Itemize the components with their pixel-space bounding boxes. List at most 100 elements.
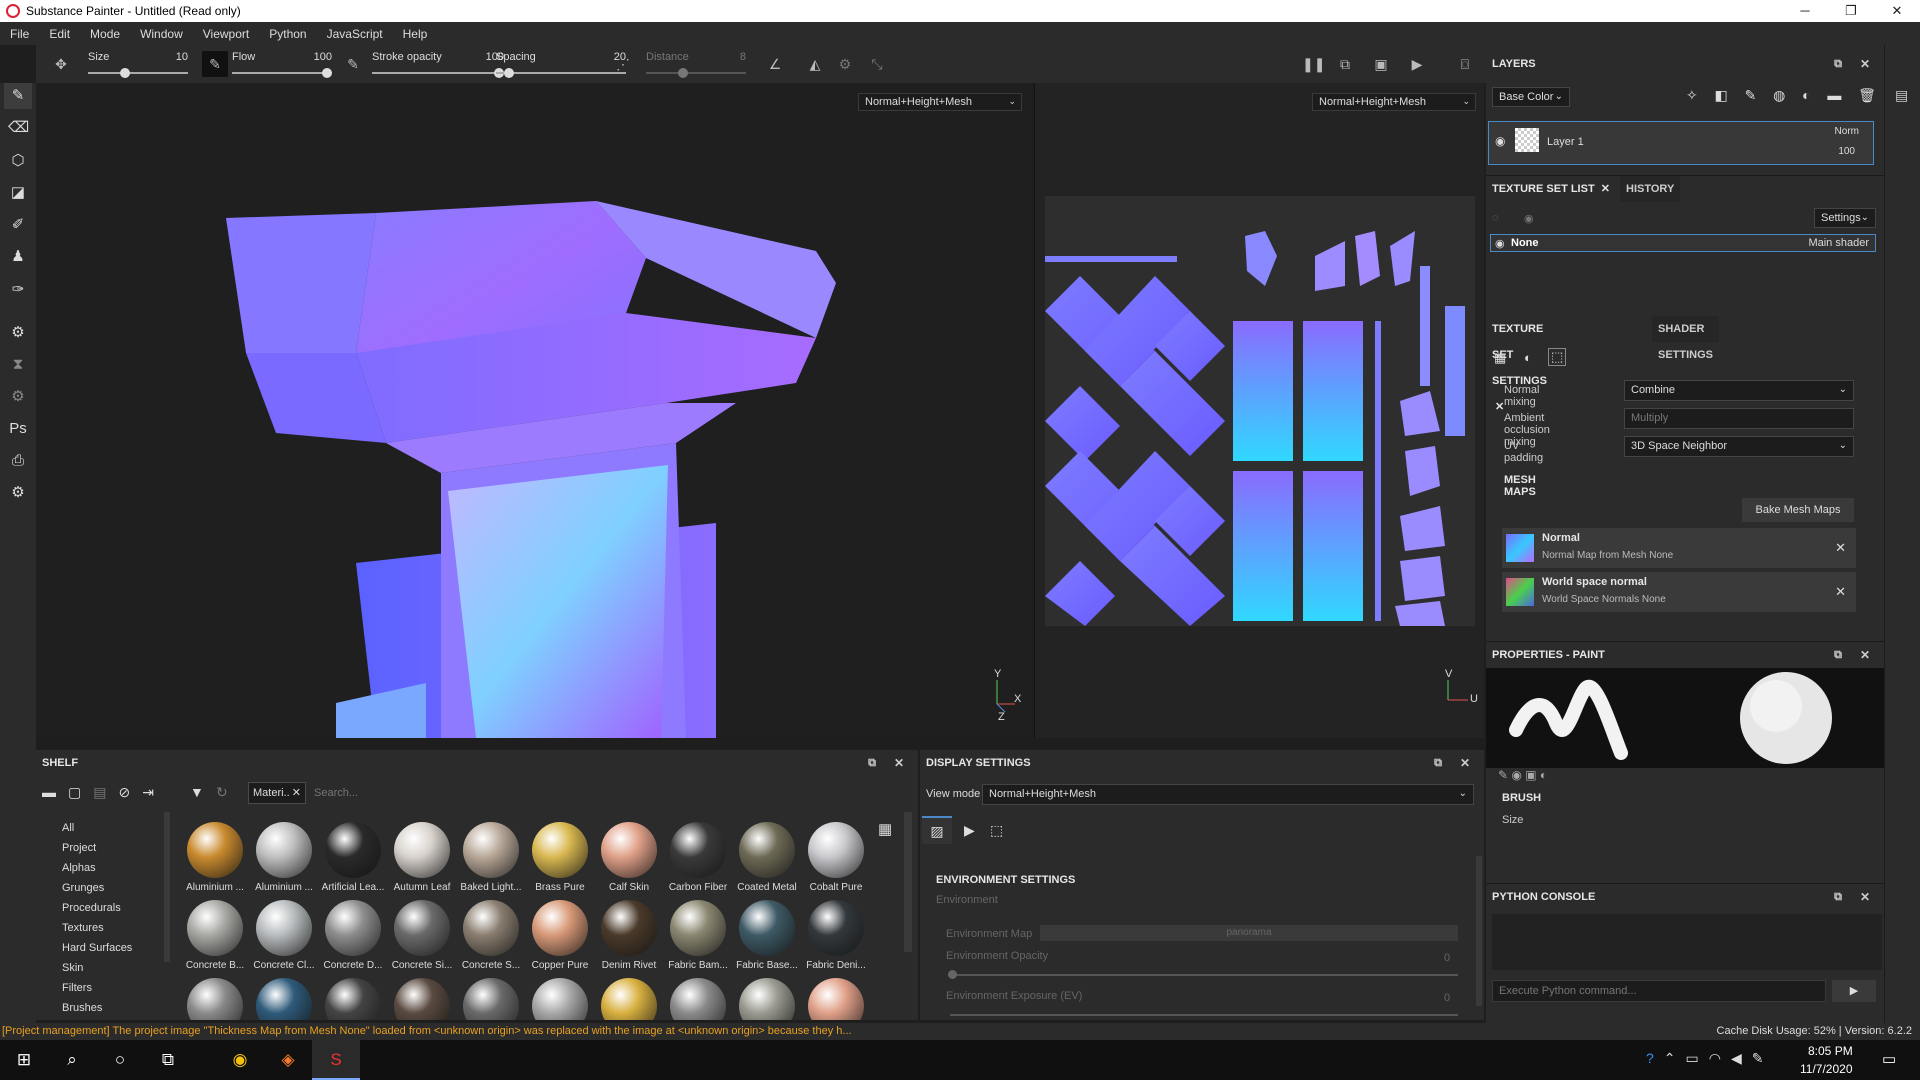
delete-layer-icon[interactable]: 🗑 — [1858, 87, 1876, 107]
close-panel-icon[interactable]: ✕ — [1860, 57, 1870, 71]
eraser-icon[interactable]: ⌫ — [8, 118, 29, 138]
environment-map-field[interactable]: panorama — [1040, 925, 1458, 941]
menu-viewport[interactable]: Viewport — [193, 27, 259, 41]
task-view-icon[interactable]: ⧉ — [144, 1040, 192, 1080]
material-thumbnail[interactable] — [596, 978, 662, 1020]
size-value[interactable]: 10 — [176, 51, 188, 63]
hide-icon[interactable]: ⊘ — [118, 784, 130, 801]
clock-date[interactable]: 11/7/2020 — [1800, 1062, 1853, 1076]
save-icon[interactable]: ▤ — [93, 784, 106, 801]
mesh-map-normal[interactable]: Normal Normal Map from Mesh None ✕ — [1502, 528, 1856, 568]
symmetry-icon[interactable]: ◭ — [806, 55, 824, 73]
viewport-uv[interactable]: Normal+Height+Mesh ⌄ V U — [1034, 83, 1484, 738]
camera-tab-icon[interactable]: ▶ — [964, 822, 975, 839]
add-paint-layer-icon[interactable]: ✎ — [1745, 87, 1757, 107]
shader-icon[interactable]: ◐ — [1524, 350, 1532, 365]
pause-icon[interactable]: ❚❚ — [1302, 55, 1325, 73]
material-thumbnail[interactable]: Concrete D... — [320, 900, 386, 972]
environment-opacity-knob[interactable] — [948, 970, 957, 979]
tab-texture-set-settings[interactable]: TEXTURE SET SETTINGS ✕ — [1486, 316, 1553, 413]
undock-icon[interactable]: ⧉ — [1434, 757, 1442, 770]
category-scrollbar[interactable] — [164, 812, 170, 962]
python-command-input[interactable] — [1492, 980, 1826, 1002]
size-slider[interactable]: Size 10 — [88, 45, 188, 83]
material-thumbnail[interactable]: Concrete Si... — [389, 900, 455, 972]
lazy-mouse-icon[interactable]: ⋰ — [614, 55, 632, 73]
visibility-icon[interactable]: ◉ — [1524, 212, 1534, 225]
close-panel-icon[interactable]: ✕ — [894, 756, 904, 770]
distance-knob[interactable] — [677, 68, 688, 78]
menu-window[interactable]: Window — [130, 27, 193, 41]
category-procedurals[interactable]: Procedurals — [62, 902, 121, 914]
minimize-button[interactable]: ─ — [1782, 3, 1828, 19]
magic-wand-icon[interactable]: ✧ — [1686, 87, 1698, 107]
material-thumbnail[interactable]: Calf Skin — [596, 822, 662, 894]
material-thumbnail[interactable]: Baked Light... — [458, 822, 524, 894]
brush-tool-icons[interactable]: ✎ ◉ ▣ ◐ — [1498, 768, 1547, 782]
tab-shader-settings[interactable]: SHADER SETTINGS — [1652, 316, 1719, 361]
material-thumbnail[interactable] — [458, 978, 524, 1020]
material-thumbnail[interactable]: Brass Pure — [527, 822, 593, 894]
filter-tag[interactable]: Materi.. ✕ — [248, 782, 306, 804]
material-thumbnail[interactable]: Concrete S... — [458, 900, 524, 972]
flow-slider-knob[interactable] — [322, 68, 332, 78]
material-thumbnail[interactable]: Coated Metal — [734, 822, 800, 894]
material-thumbnail[interactable] — [320, 978, 386, 1020]
size-slider-knob[interactable] — [119, 68, 130, 78]
notifications-icon[interactable]: ▭ — [1882, 1050, 1896, 1068]
color-picker-icon[interactable]: ✑ — [8, 280, 28, 300]
material-thumbnail[interactable] — [527, 978, 593, 1020]
panel-list-icon[interactable]: ▤ — [1895, 87, 1908, 104]
material-thumbnail[interactable]: Carbon Fiber — [665, 822, 731, 894]
battery-icon[interactable]: ▭ — [1686, 1050, 1699, 1067]
stroke-opacity-slider[interactable]: Stroke opacity 100 — [372, 45, 504, 83]
flow-value[interactable]: 100 — [314, 51, 332, 63]
photoshop-export-icon[interactable]: Ps — [8, 419, 28, 439]
folder-icon[interactable]: ▬ — [42, 784, 56, 801]
view-mode-select[interactable]: Normal+Height+Mesh ⌄ — [982, 784, 1474, 805]
camera-split-icon[interactable]: ⧉ — [1336, 55, 1354, 73]
undock-icon[interactable]: ⧉ — [1834, 891, 1842, 904]
uv-padding-select[interactable]: 3D Space Neighbor ⌄ — [1624, 436, 1854, 457]
category-filters[interactable]: Filters — [62, 982, 92, 994]
material-thumbnail[interactable] — [734, 978, 800, 1020]
mask-icon[interactable]: ◧ — [1715, 87, 1728, 107]
eye-icon[interactable]: ◉ — [1495, 134, 1505, 148]
undock-icon[interactable]: ⧉ — [1834, 58, 1842, 71]
undock-icon[interactable]: ⧉ — [868, 757, 876, 770]
remove-filter-icon[interactable]: ✕ — [292, 786, 301, 799]
add-effect-icon[interactable]: ◐ — [1802, 87, 1810, 107]
export-icon[interactable]: ⎙ — [8, 451, 28, 471]
environment-opacity-value[interactable]: 0 — [1444, 952, 1450, 964]
display-scrollbar[interactable] — [1476, 856, 1482, 1006]
material-thumbnail[interactable] — [665, 978, 731, 1020]
plugin-icon[interactable]: ⚙ — [8, 483, 28, 503]
material-thumbnail[interactable]: Fabric Deni... — [803, 900, 869, 972]
run-python-button[interactable]: ▶ — [1832, 980, 1876, 1002]
clock-time[interactable]: 8:05 PM — [1808, 1044, 1853, 1058]
menu-mode[interactable]: Mode — [80, 27, 130, 41]
volume-icon[interactable]: ◀ — [1731, 1050, 1742, 1067]
channel-select[interactable]: Base Color ⌄ — [1492, 87, 1570, 107]
category-hard-surfaces[interactable]: Hard Surfaces — [62, 942, 132, 954]
menu-python[interactable]: Python — [259, 27, 316, 41]
category-grunges[interactable]: Grunges — [62, 882, 104, 894]
search-icon[interactable]: ⌕ — [48, 1040, 96, 1080]
material-thumbnail[interactable]: Fabric Base... — [734, 900, 800, 972]
material-thumbnail[interactable]: Concrete Cl... — [251, 900, 317, 972]
add-fill-layer-icon[interactable]: ◍ — [1773, 87, 1785, 107]
network-icon[interactable]: ◠ — [1709, 1050, 1721, 1067]
screenshot-icon[interactable]: ⌼ — [1456, 55, 1474, 73]
layer-opacity[interactable]: 100 — [1838, 146, 1855, 157]
material-thumbnail[interactable]: Fabric Bam... — [665, 900, 731, 972]
uv-icon[interactable]: ⬚ — [1548, 348, 1567, 366]
distance-slider[interactable]: Distance 8 — [646, 45, 746, 83]
visibility-off-icon[interactable]: ◌ — [1492, 212, 1499, 224]
align-icon[interactable]: ⤡ — [868, 55, 886, 73]
environment-exposure-value[interactable]: 0 — [1444, 992, 1450, 1004]
material-thumbnail[interactable]: Artificial Lea... — [320, 822, 386, 894]
stroke-opacity-icon[interactable]: ✎ — [344, 55, 362, 73]
settings-dim-icon[interactable]: ⚙ — [8, 387, 28, 407]
video-camera-icon[interactable]: ▶ — [1408, 55, 1426, 73]
material-thumbnail[interactable] — [251, 978, 317, 1020]
